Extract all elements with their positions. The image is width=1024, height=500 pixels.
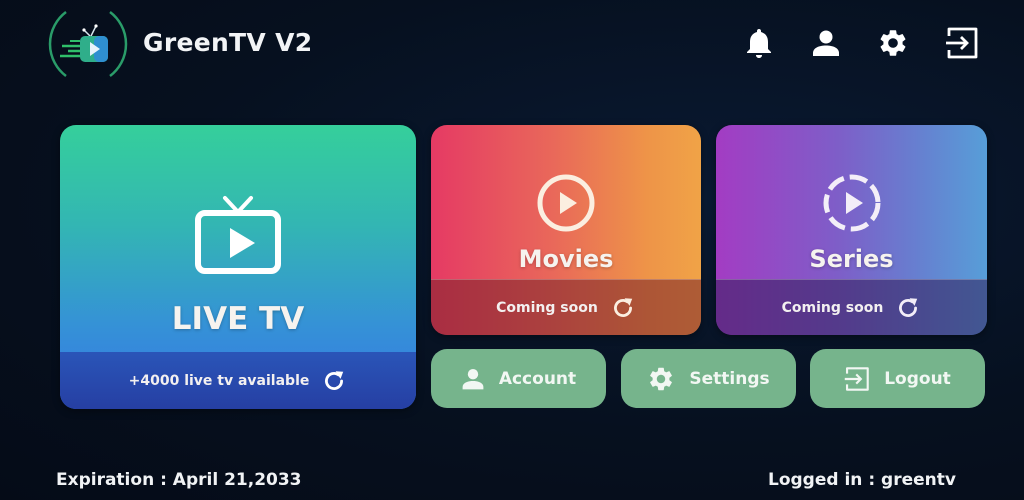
- expiration-text: Expiration : April 21,2033: [56, 470, 302, 490]
- user-icon: [462, 368, 484, 389]
- tv-play-logo-icon: [48, 11, 128, 77]
- refresh-icon[interactable]: [895, 295, 921, 321]
- play-circle-dashed-icon: [822, 173, 882, 237]
- series-footer: Coming soon: [716, 279, 987, 335]
- refresh-icon[interactable]: [321, 368, 347, 394]
- settings-label: Settings: [689, 368, 770, 389]
- movies-title: Movies: [518, 245, 614, 273]
- gear-icon: [880, 30, 906, 56]
- movies-footer: Coming soon: [431, 279, 701, 335]
- live-tv-count: +4000 live tv available: [128, 372, 310, 389]
- account-label: Account: [498, 368, 577, 389]
- logout-label: Logout: [884, 368, 951, 389]
- logged-in-text: Logged in : greentv: [768, 470, 956, 490]
- logout-button[interactable]: Logout: [810, 349, 985, 408]
- profile-button[interactable]: [808, 25, 844, 61]
- live-tv-card[interactable]: LIVE TV +4000 live tv available: [60, 125, 416, 409]
- gear-icon: [650, 367, 673, 390]
- logout-icon: [844, 366, 869, 391]
- user-icon: [813, 30, 839, 56]
- notifications-button[interactable]: [741, 25, 777, 61]
- account-button[interactable]: Account: [431, 349, 606, 408]
- logout-header-button[interactable]: [944, 25, 980, 61]
- movies-status: Coming soon: [496, 299, 598, 316]
- app-logo[interactable]: [44, 4, 132, 84]
- live-tv-title: LIVE TV: [171, 301, 305, 337]
- play-circle-icon: [536, 173, 596, 237]
- movies-card[interactable]: Movies Coming soon: [431, 125, 701, 335]
- refresh-icon[interactable]: [610, 295, 636, 321]
- settings-button[interactable]: [875, 25, 911, 61]
- bell-icon: [747, 29, 771, 58]
- app-title: GreenTV V2: [143, 28, 313, 57]
- settings-button[interactable]: Settings: [621, 349, 796, 408]
- series-card[interactable]: Series Coming soon: [716, 125, 987, 335]
- logout-icon: [946, 27, 978, 59]
- header: GreenTV V2: [0, 0, 1024, 90]
- series-title: Series: [809, 245, 894, 273]
- series-status: Coming soon: [781, 299, 884, 316]
- tv-play-icon: [193, 195, 283, 279]
- live-tv-footer: +4000 live tv available: [60, 352, 416, 409]
